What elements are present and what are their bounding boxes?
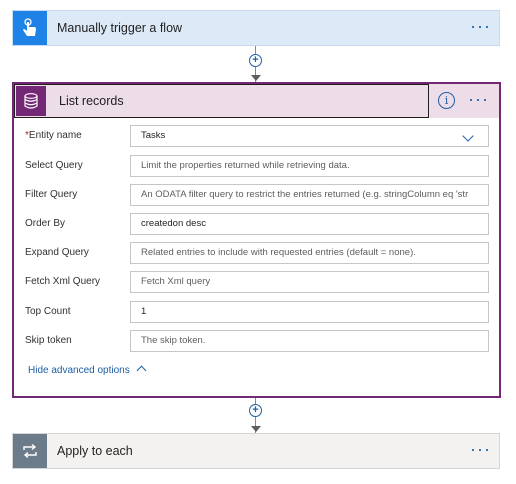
hide-advanced-options-label: Hide advanced options (28, 365, 130, 376)
apply-to-each-tile (13, 434, 47, 468)
list-records-tile (16, 86, 46, 116)
trigger-more-button[interactable]: ··· (470, 11, 491, 45)
list-records-title-box[interactable]: List records (14, 84, 429, 118)
filter-query-input[interactable]: An ODATA filter query to restrict the en… (130, 184, 489, 206)
add-step-button[interactable]: + (249, 404, 262, 417)
skip-token-label: Skip token (25, 335, 72, 346)
filter-query-label: Filter Query (25, 189, 78, 200)
entity-name-dropdown[interactable]: Tasks (130, 125, 489, 147)
list-records-card: List records i ··· *Entity name Tasks Se… (12, 82, 501, 398)
apply-to-each-title[interactable]: Apply to each (57, 434, 133, 468)
fetch-xml-query-label: Fetch Xml Query (25, 276, 101, 287)
info-icon[interactable]: i (438, 92, 455, 109)
order-by-label: Order By (25, 218, 66, 229)
skip-token-input[interactable]: The skip token. (130, 330, 489, 352)
entity-name-value: Tasks (141, 130, 166, 141)
apply-to-each-more-button[interactable]: ··· (470, 434, 491, 468)
hand-touch-icon (23, 18, 36, 36)
select-query-label: Select Query (25, 160, 83, 171)
trigger-title[interactable]: Manually trigger a flow (57, 11, 182, 45)
top-count-input[interactable]: 1 (130, 301, 489, 323)
loop-icon (23, 443, 37, 459)
arrow-down-icon (251, 75, 261, 81)
fetch-xml-query-input[interactable]: Fetch Xml query (130, 271, 489, 293)
trigger-card[interactable]: Manually trigger a flow ··· (12, 10, 500, 46)
chevron-down-icon[interactable] (462, 130, 474, 142)
list-records-title: List records (59, 94, 124, 108)
arrow-down-icon (251, 426, 261, 432)
select-query-input[interactable]: Limit the properties returned while retr… (130, 155, 489, 177)
add-step-button[interactable]: + (249, 54, 262, 67)
list-records-header: List records i ··· (14, 84, 499, 118)
order-by-input[interactable]: createdon desc (130, 213, 489, 235)
hide-advanced-options-link[interactable]: Hide advanced options (28, 365, 147, 376)
expand-query-label: Expand Query (25, 247, 89, 258)
top-count-label: Top Count (25, 306, 71, 317)
apply-to-each-card[interactable]: Apply to each ··· (12, 433, 500, 469)
chevron-up-icon (136, 365, 147, 376)
trigger-tile (13, 11, 47, 45)
entity-name-label: *Entity name (25, 130, 82, 141)
list-records-more-button[interactable]: ··· (468, 84, 489, 118)
expand-query-input[interactable]: Related entries to include with requeste… (130, 242, 489, 264)
database-icon (24, 93, 38, 109)
